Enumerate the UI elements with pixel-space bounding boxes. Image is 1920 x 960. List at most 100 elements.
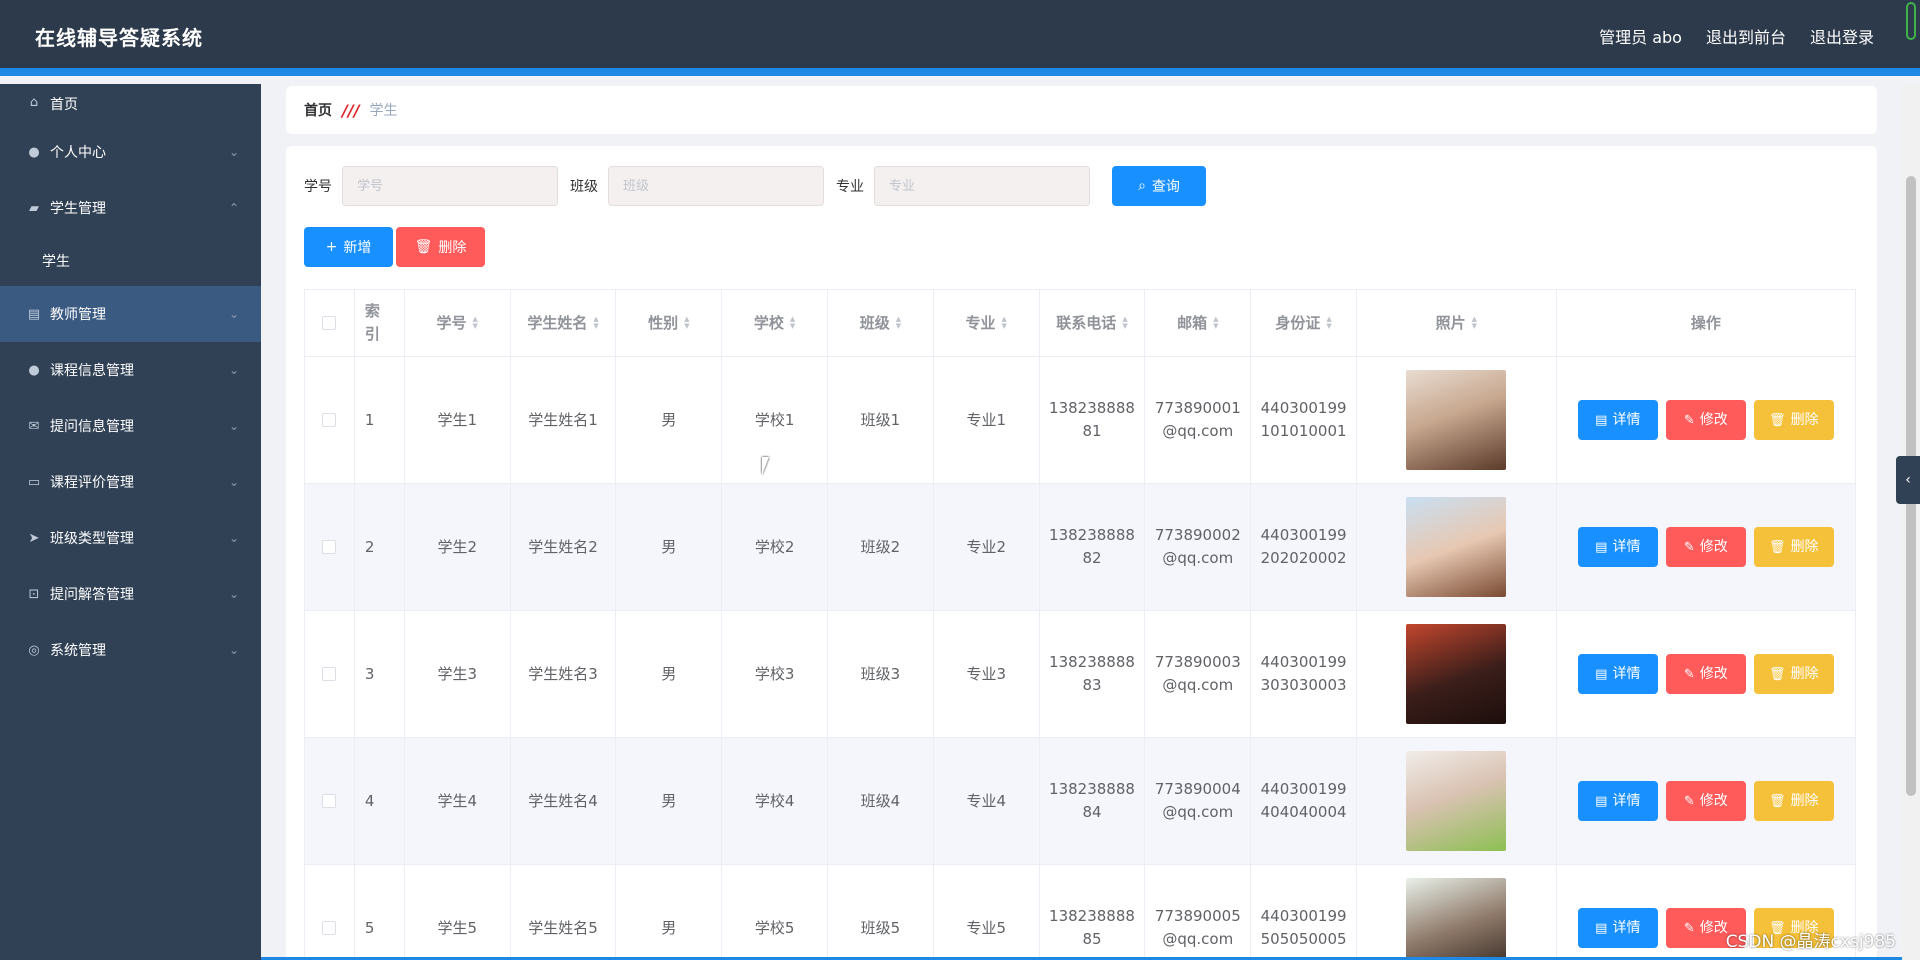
row-checkbox[interactable] (322, 667, 337, 681)
row-checkbox[interactable] (322, 794, 337, 808)
row-select-cell (305, 357, 355, 483)
row-checkbox[interactable] (322, 540, 337, 554)
window-indicator (1906, 2, 1916, 40)
header-class[interactable]: 班级 ▲ ▼ (828, 290, 934, 356)
row-checkbox[interactable] (322, 413, 337, 427)
drawer-toggle-button[interactable]: ‹ (1896, 456, 1920, 504)
header-photo[interactable]: 照片 ▲ ▼ (1357, 290, 1557, 356)
sidebar-item-answer-management[interactable]: ⊡ 提问解答管理 ⌄ (0, 566, 261, 622)
query-button[interactable]: ⌕ 查询 (1112, 166, 1206, 206)
major-input[interactable] (874, 166, 1090, 206)
detail-label: 详情 (1612, 792, 1641, 809)
select-all-checkbox[interactable] (322, 316, 337, 330)
student-name-cell: 学生姓名2 (511, 484, 617, 610)
watermark: CSDN @晶涛cxsj985 (1725, 932, 1896, 952)
header-id-card[interactable]: 身份证 ▲ ▼ (1251, 290, 1357, 356)
edit-label: 修改 (1699, 538, 1728, 555)
chevron-down-icon: ⌄ (228, 531, 239, 545)
sidebar-item-label: 系统管理 (50, 643, 106, 659)
class-input[interactable] (608, 166, 824, 206)
sex-cell: 男 (616, 484, 723, 610)
index-cell: 5 (355, 865, 405, 960)
sidebar-item-course-review[interactable]: ▭ 课程评价管理 ⌄ (0, 454, 261, 510)
sidebar-item-teacher-management[interactable]: ▤ 教师管理 ⌄ (0, 286, 261, 342)
sort-icon[interactable]: ▲ ▼ (1472, 316, 1477, 330)
row-checkbox[interactable] (322, 921, 337, 935)
student-no-input[interactable] (342, 166, 558, 206)
school-cell: 学校5 (722, 865, 829, 960)
plus-icon: + (325, 239, 338, 255)
edit-button[interactable]: ✎ 修改 (1665, 781, 1746, 821)
header-phone[interactable]: 联系电话 ▲ ▼ (1040, 290, 1146, 356)
sidebar-item-student-management[interactable]: ▰ 学生管理 ⌃ (0, 180, 261, 236)
delete-button[interactable]: 🗑 删除 (1753, 654, 1834, 694)
sidebar-item-class-type[interactable]: ➤ 班级类型管理 ⌄ (0, 510, 261, 566)
chevron-down-icon: ⌄ (228, 363, 239, 377)
header-major[interactable]: 专业 ▲ ▼ (934, 290, 1040, 356)
id-card-cell: 440300199 404040004 (1251, 738, 1357, 864)
sex-cell: 男 (616, 611, 723, 737)
sort-icon[interactable]: ▲ ▼ (1122, 316, 1127, 330)
sort-icon[interactable]: ▲ ▼ (790, 316, 795, 330)
trash-icon: 🗑 (1769, 793, 1786, 809)
class-cell: 班级1 (828, 357, 934, 483)
sidebar-item-question-info[interactable]: ✉ 提问信息管理 ⌄ (0, 398, 261, 454)
detail-button[interactable]: ▤ 详情 (1577, 527, 1658, 567)
edit-label: 修改 (1699, 919, 1728, 936)
sidebar-item-home[interactable]: ⌂ 首页 (0, 84, 261, 124)
phone-line: 138238888 (1049, 780, 1135, 798)
sidebar-item-course-info[interactable]: ● 课程信息管理 ⌄ (0, 342, 261, 398)
edit-button[interactable]: ✎ 修改 (1665, 400, 1746, 440)
header-sex[interactable]: 性别 ▲ ▼ (616, 290, 723, 356)
header-label: 索引 (364, 302, 380, 343)
sidebar-item-label: 课程信息管理 (50, 363, 134, 379)
detail-button[interactable]: ▤ 详情 (1577, 654, 1658, 694)
current-user-label: 管理员 abo (1599, 28, 1682, 47)
sidebar-item-personal-center[interactable]: ● 个人中心 ⌄ (0, 124, 261, 180)
sort-icon[interactable]: ▲ ▼ (1213, 316, 1218, 330)
email-line: 773890004 (1154, 780, 1241, 798)
table-row: 3 学生3 学生姓名3 男学校3 班级3 专业3 138238888 83 773890003 @… (305, 611, 1857, 738)
email-line: @qq.com (1162, 803, 1234, 821)
trash-icon: 🗑 (1769, 412, 1786, 428)
index-cell: 3 (355, 611, 405, 737)
exit-to-front-link[interactable]: 退出到前台 (1706, 24, 1786, 48)
id-card-cell: 440300199 505050005 (1251, 865, 1357, 960)
photo-cell (1357, 738, 1557, 864)
edit-button[interactable]: ✎ 修改 (1665, 654, 1746, 694)
app-title: 在线辅导答疑系统 (35, 26, 203, 50)
table-row: 5 学生5 学生姓名5 男学校5 班级5 专业5 138238888 85 773890005 @… (305, 865, 1857, 960)
add-button[interactable]: + 新增 (304, 227, 393, 267)
delete-button[interactable]: 🗑 删除 (1753, 781, 1834, 821)
edit-button[interactable]: ✎ 修改 (1665, 527, 1746, 567)
page-scrollbar[interactable] (1902, 84, 1920, 960)
id-card-line: 202020002 (1260, 549, 1347, 567)
sidebar-subitem-student[interactable]: 学生 (0, 236, 261, 286)
detail-button[interactable]: ▤ 详情 (1577, 908, 1658, 948)
sort-icon[interactable]: ▲ ▼ (1326, 316, 1331, 330)
logout-link[interactable]: 退出登录 (1810, 24, 1874, 48)
detail-button[interactable]: ▤ 详情 (1577, 400, 1658, 440)
sort-icon[interactable]: ▲ ▼ (593, 316, 598, 330)
phone-line: 84 (1082, 803, 1102, 821)
header-student-no[interactable]: 学号 ▲ ▼ (405, 290, 511, 356)
sort-icon[interactable]: ▲ ▼ (1002, 316, 1007, 330)
breadcrumb-home[interactable]: 首页 (304, 100, 332, 120)
mail-icon: ✉ (28, 418, 40, 434)
delete-button[interactable]: 🗑 删除 (1753, 400, 1834, 440)
student-no-cell: 学生4 (405, 738, 511, 864)
sort-icon[interactable]: ▲ ▼ (473, 316, 478, 330)
header-label: 联系电话 (1056, 313, 1117, 332)
header-student-name[interactable]: 学生姓名 ▲ ▼ (511, 290, 617, 356)
batch-delete-button[interactable]: 🗑 删除 (396, 227, 485, 267)
detail-button[interactable]: ▤ 详情 (1577, 781, 1658, 821)
sidebar-item-system-management[interactable]: ◎ 系统管理 ⌄ (0, 622, 261, 678)
sort-icon[interactable]: ▲ ▼ (896, 316, 901, 330)
id-card-line: 440300199 (1260, 526, 1347, 544)
sort-icon[interactable]: ▲ ▼ (684, 316, 689, 330)
class-cell: 班级4 (828, 738, 934, 864)
delete-button[interactable]: 🗑 删除 (1753, 527, 1834, 567)
header-school[interactable]: 学校 ▲ ▼ (722, 290, 829, 356)
table-row: 2 学生2 学生姓名2 男学校2 班级2 专业2 138238888 82 773890002 @… (305, 484, 1857, 611)
header-email[interactable]: 邮箱 ▲ ▼ (1145, 290, 1252, 356)
